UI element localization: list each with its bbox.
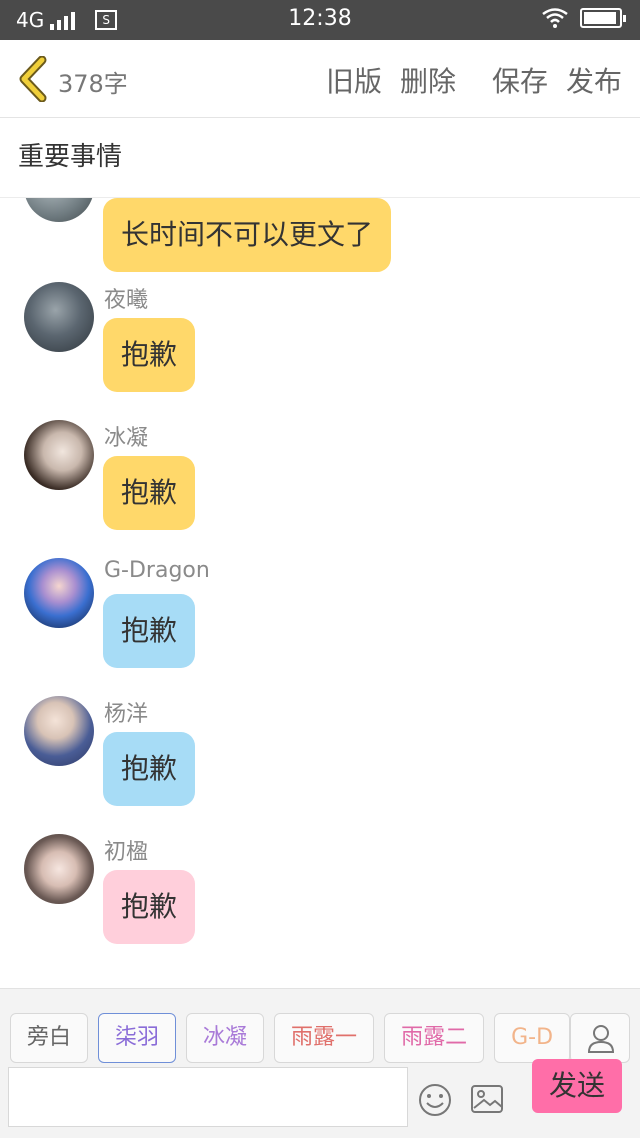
send-button[interactable]: 发送 [532,1059,622,1113]
role-chip[interactable]: 雨露一 [274,1013,375,1063]
sender-name: 冰凝 [104,426,149,451]
emoji-icon[interactable] [418,1083,452,1117]
old-version-button[interactable]: 旧版 [326,60,382,100]
editor-toolbar: 378字 旧版 删除 保存 发布 [0,40,640,118]
sender-name: 初楹 [104,840,149,865]
message-bubble[interactable]: 抱歉 [103,318,196,392]
role-chip[interactable]: 雨露二 [384,1013,485,1063]
message-bubble[interactable]: 抱歉 [103,732,196,806]
message-input[interactable] [8,1067,408,1127]
message-bubble[interactable]: 长时间不可以更文了 [103,198,392,272]
role-chip-selected[interactable]: 柒羽 [98,1013,177,1063]
image-icon[interactable] [470,1084,504,1114]
status-right [542,8,626,28]
wifi-icon [542,8,568,28]
role-chip[interactable]: 旁白 [10,1013,89,1063]
avatar[interactable] [24,282,94,352]
save-button[interactable]: 保存 [492,60,548,100]
avatar[interactable] [24,420,94,490]
avatar[interactable] [24,834,94,904]
sender-name: 杨洋 [104,702,149,727]
role-selector[interactable]: 旁白 柒羽 冰凝 雨露一 雨露二 G-D [10,1013,570,1063]
message-bubble[interactable]: 抱歉 [103,594,196,668]
toolbar-actions: 旧版 删除 保存 发布 [326,60,622,100]
avatar[interactable] [24,198,94,222]
sender-name: 夜曦 [104,288,149,313]
chat-list[interactable]: 长时间不可以更文了 夜曦 抱歉 冰凝 抱歉 G-Dragon 抱歉 杨洋 抱歉 … [0,198,640,988]
avatar[interactable] [24,696,94,766]
composer-panel: 旁白 柒羽 冰凝 雨露一 雨露二 G-D 发送 [0,988,640,1138]
publish-button[interactable]: 发布 [566,60,622,100]
document-title-bar: 重要事情 [0,118,640,198]
message-bubble[interactable]: 抱歉 [103,870,196,944]
user-icon [587,1025,615,1053]
word-count: 378字 [58,70,128,98]
battery-icon [580,8,626,28]
role-chip[interactable]: G-D [494,1013,570,1063]
delete-button[interactable]: 删除 [400,60,456,100]
avatar[interactable] [24,558,94,628]
status-bar: 4G S 12:38 [0,0,640,40]
sender-name: G-Dragon [104,558,210,583]
message-bubble[interactable]: 抱歉 [103,456,196,530]
document-title[interactable]: 重要事情 [18,136,122,173]
role-chip[interactable]: 冰凝 [186,1013,265,1063]
add-role-button[interactable] [570,1013,630,1063]
back-chevron-icon[interactable] [14,56,54,102]
